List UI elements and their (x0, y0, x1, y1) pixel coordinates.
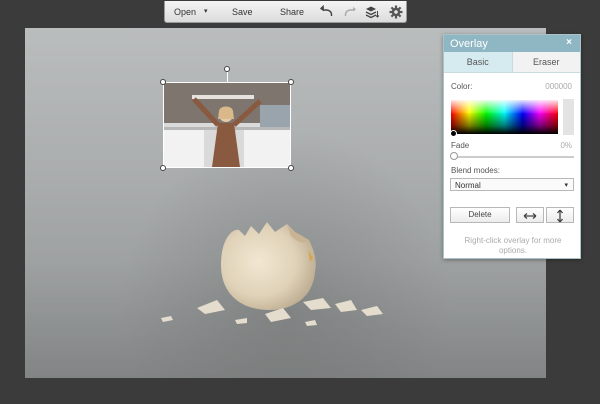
color-picker-marker[interactable] (450, 130, 457, 137)
fade-value: 0% (560, 141, 572, 150)
flip-vertical-icon (557, 209, 563, 223)
resize-handle-bottom-left[interactable] (160, 165, 166, 171)
open-dropdown-icon[interactable]: ▾ (204, 7, 208, 15)
fade-slider-knob[interactable] (450, 152, 458, 160)
color-spectrum[interactable] (451, 100, 558, 134)
flip-vertical-button[interactable] (546, 207, 574, 223)
fade-label: Fade (451, 141, 470, 150)
resize-handle-top-left[interactable] (160, 79, 166, 85)
overlay-photo-content (164, 83, 290, 167)
close-icon[interactable]: × (566, 37, 572, 48)
top-toolbar: Open ▾ Save Share (164, 1, 407, 23)
flip-horizontal-button[interactable] (516, 207, 544, 223)
tab-basic[interactable]: Basic (444, 52, 513, 72)
overlay-panel: Overlay × Basic Eraser Color: 000000 Fad… (443, 34, 581, 259)
open-button[interactable]: Open (174, 7, 196, 17)
blend-mode-value: Normal (455, 181, 481, 190)
blend-mode-select[interactable]: Normal ▾ (450, 178, 574, 191)
tab-eraser[interactable]: Eraser (512, 52, 580, 72)
flip-horizontal-icon (523, 213, 537, 219)
gear-icon[interactable] (389, 5, 403, 19)
resize-handle-top-right[interactable] (288, 79, 294, 85)
overlay-image[interactable] (163, 82, 291, 168)
delete-button[interactable]: Delete (450, 207, 510, 223)
color-swatch[interactable] (563, 99, 574, 135)
undo-icon[interactable] (320, 5, 334, 19)
panel-hint-text: Right-click overlay for more options. (464, 236, 562, 255)
share-button[interactable]: Share (280, 7, 304, 17)
rotation-line (227, 72, 228, 82)
color-value: 000000 (545, 82, 572, 91)
redo-icon[interactable] (343, 5, 357, 19)
resize-handle-bottom-right[interactable] (288, 165, 294, 171)
fade-slider-track[interactable] (453, 156, 574, 158)
color-label: Color: (451, 82, 473, 91)
panel-title: Overlay (450, 38, 488, 50)
chevron-down-icon: ▾ (564, 182, 568, 189)
rotate-handle[interactable] (224, 66, 230, 72)
shell-fragments (161, 298, 383, 326)
blend-modes-label: Blend modes: (451, 166, 500, 175)
panel-header: Overlay × (444, 35, 580, 52)
panel-tabs: Basic Eraser (444, 52, 580, 73)
layers-icon[interactable] (365, 5, 379, 19)
save-button[interactable]: Save (232, 7, 253, 17)
